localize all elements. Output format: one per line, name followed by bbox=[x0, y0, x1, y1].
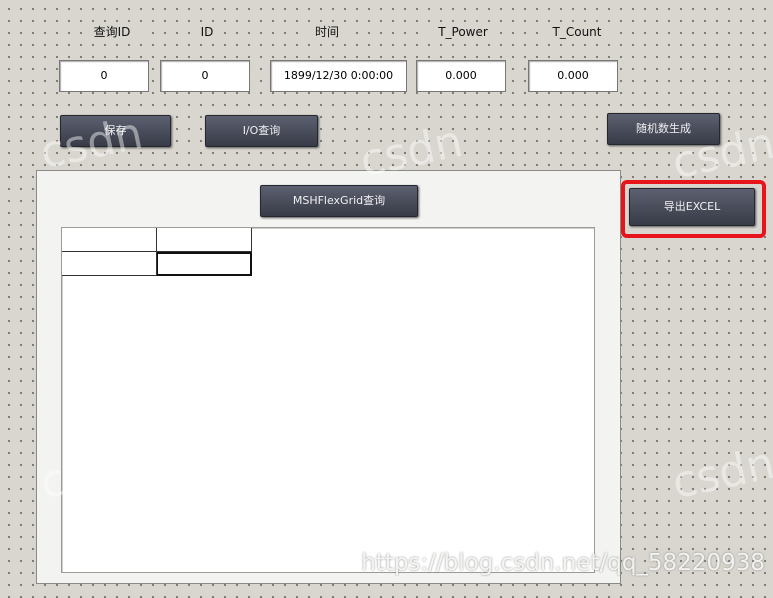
label-t-count: T_Count bbox=[540, 22, 614, 42]
label-t-power: T_Power bbox=[426, 22, 500, 42]
t-count-field[interactable]: 0.000 bbox=[528, 60, 618, 92]
grid-cell-row1-col2[interactable] bbox=[157, 252, 252, 276]
random-generate-button[interactable]: 随机数生成 bbox=[607, 113, 720, 145]
save-button[interactable]: 保存 bbox=[60, 115, 171, 147]
grid-header-cell-2 bbox=[157, 228, 252, 252]
label-query-id: 查询ID bbox=[82, 22, 142, 42]
t-power-field[interactable]: 0.000 bbox=[416, 60, 506, 92]
watermark-brand-6: csdn bbox=[667, 437, 773, 510]
grid-header-cell-1 bbox=[62, 228, 157, 252]
msh-flex-grid[interactable] bbox=[61, 227, 595, 573]
grid-panel: MSHFlexGrid查询 bbox=[36, 170, 621, 584]
id-field[interactable]: 0 bbox=[160, 60, 250, 92]
watermark-url: https://blog.csdn.net/qq_58220938 bbox=[361, 550, 765, 576]
grid-cell-row1-col1[interactable] bbox=[62, 252, 157, 276]
highlight-box bbox=[621, 180, 766, 238]
time-field[interactable]: 1899/12/30 0:00:00 bbox=[270, 60, 407, 92]
label-time: 时间 bbox=[306, 22, 348, 42]
label-id: ID bbox=[190, 22, 224, 42]
io-query-button[interactable]: I/O查询 bbox=[205, 115, 318, 147]
query-id-field[interactable]: 0 bbox=[59, 60, 149, 92]
msh-query-button[interactable]: MSHFlexGrid查询 bbox=[260, 185, 418, 217]
